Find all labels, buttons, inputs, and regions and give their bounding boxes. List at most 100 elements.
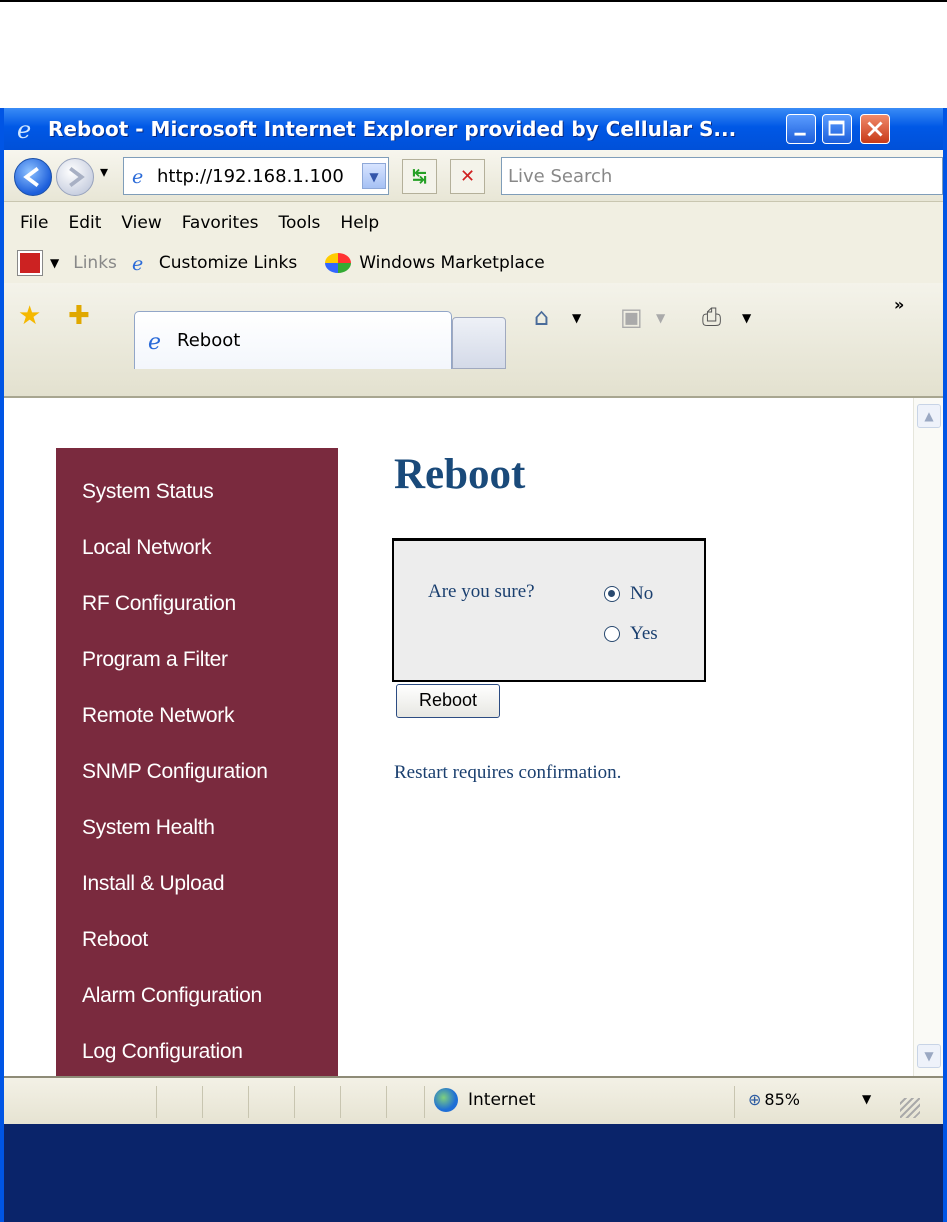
sidebar-item-local-network[interactable]: Local Network xyxy=(82,520,338,576)
title-bar[interactable]: e Reboot - Microsoft Internet Explorer p… xyxy=(4,108,943,150)
svg-text:e: e xyxy=(132,166,143,187)
browser-chrome: ▾ e http://192.168.1.100 ▼ ↹ ✕ Live Sear… xyxy=(4,150,943,398)
minimize-button[interactable] xyxy=(786,114,816,144)
customize-links-link[interactable]: Customize Links xyxy=(159,253,297,273)
history-dropdown-icon[interactable]: ▾ xyxy=(100,162,108,181)
svg-text:e: e xyxy=(17,116,31,143)
menu-favorites[interactable]: Favorites xyxy=(182,213,259,233)
address-bar[interactable]: e http://192.168.1.100 ▼ xyxy=(123,157,389,195)
option-yes-label: Yes xyxy=(630,623,658,644)
maximize-button[interactable] xyxy=(822,114,852,144)
maximize-icon xyxy=(828,120,845,136)
customize-links-icon: e xyxy=(132,253,143,274)
vertical-scrollbar[interactable]: ▲ ▼ xyxy=(913,398,943,1076)
sidebar-item-alarm-configuration[interactable]: Alarm Configuration xyxy=(82,968,338,1024)
radio-no[interactable] xyxy=(604,586,620,602)
status-divider xyxy=(734,1086,735,1118)
resize-grip-icon[interactable] xyxy=(900,1098,920,1118)
links-bar: ▼ Links e Customize Links Windows Market… xyxy=(4,243,943,283)
back-arrow-icon xyxy=(23,166,39,188)
zoom-level: 85% xyxy=(764,1090,800,1109)
menu-bar: File Edit View Favorites Tools Help xyxy=(4,203,943,243)
status-divider xyxy=(424,1086,425,1118)
radio-yes[interactable] xyxy=(604,626,620,642)
address-row: ▾ e http://192.168.1.100 ▼ ↹ ✕ Live Sear… xyxy=(4,150,943,202)
minimize-icon xyxy=(794,132,806,136)
reboot-button[interactable]: Reboot xyxy=(396,684,500,718)
tab-label: Reboot xyxy=(177,330,241,351)
status-bar: Internet ⊕ 85% ▼ xyxy=(4,1076,943,1124)
forward-button[interactable] xyxy=(56,158,94,196)
refresh-button[interactable]: ↹ xyxy=(402,159,437,194)
windows-marketplace-link[interactable]: Windows Marketplace xyxy=(359,253,544,273)
sidebar-item-system-health[interactable]: System Health xyxy=(82,800,338,856)
stop-button[interactable]: ✕ xyxy=(450,159,485,194)
sidebar-item-program-a-filter[interactable]: Program a Filter xyxy=(82,632,338,688)
close-button[interactable] xyxy=(860,114,890,144)
svg-text:e: e xyxy=(132,253,143,274)
forward-arrow-icon xyxy=(69,166,85,188)
sidebar: System Status Local Network RF Configura… xyxy=(56,448,338,1096)
new-tab-button[interactable] xyxy=(452,317,506,369)
home-dropdown-icon[interactable]: ▼ xyxy=(572,311,581,325)
option-no[interactable]: No xyxy=(604,583,653,605)
page-title: Reboot xyxy=(394,451,526,498)
confirm-box: Are you sure? No Yes xyxy=(392,538,706,682)
status-divider xyxy=(248,1086,249,1118)
sidebar-item-system-status[interactable]: System Status xyxy=(82,464,338,520)
status-divider xyxy=(340,1086,341,1118)
sidebar-item-rf-configuration[interactable]: RF Configuration xyxy=(82,576,338,632)
feeds-icon[interactable]: ▣ xyxy=(620,303,643,331)
menu-view[interactable]: View xyxy=(121,213,161,233)
sidebar-item-remote-network[interactable]: Remote Network xyxy=(82,688,338,744)
svg-text:e: e xyxy=(148,330,161,354)
zoom-control[interactable]: ⊕ 85% xyxy=(748,1090,800,1109)
sidebar-item-install-upload[interactable]: Install & Upload xyxy=(82,856,338,912)
browser-window: e Reboot - Microsoft Internet Explorer p… xyxy=(0,108,947,1222)
confirm-question: Are you sure? xyxy=(428,581,535,602)
favorites-star-icon[interactable]: ★ xyxy=(18,301,41,331)
sidebar-item-snmp-configuration[interactable]: SNMP Configuration xyxy=(82,744,338,800)
scroll-up-icon[interactable]: ▲ xyxy=(917,404,941,428)
tab-bar: ★ ✚ e Reboot ⌂ ▼ ▣ ▼ ⎙ ▼ » xyxy=(4,283,943,398)
tab-ie-icon: e xyxy=(148,330,161,354)
status-divider xyxy=(202,1086,203,1118)
tab-reboot[interactable]: e Reboot xyxy=(134,311,452,369)
scroll-down-icon[interactable]: ▼ xyxy=(917,1044,941,1068)
menu-file[interactable]: File xyxy=(20,213,48,233)
zoom-icon: ⊕ xyxy=(748,1090,762,1109)
home-icon[interactable]: ⌂ xyxy=(534,303,549,331)
print-dropdown-icon[interactable]: ▼ xyxy=(742,311,751,325)
print-icon[interactable]: ⎙ xyxy=(702,303,721,331)
menu-tools[interactable]: Tools xyxy=(279,213,321,233)
address-dropdown-icon[interactable]: ▼ xyxy=(362,163,386,189)
sidebar-item-reboot[interactable]: Reboot xyxy=(82,912,338,968)
page-top-border xyxy=(0,0,947,2)
menu-edit[interactable]: Edit xyxy=(68,213,101,233)
option-no-label: No xyxy=(630,583,654,604)
globe-icon xyxy=(434,1088,458,1112)
windows-marketplace-icon xyxy=(325,253,352,273)
pdf-icon[interactable] xyxy=(18,251,42,275)
more-tools-icon[interactable]: » xyxy=(894,295,904,314)
address-input[interactable]: http://192.168.1.100 xyxy=(157,166,344,187)
security-zone: Internet xyxy=(434,1088,536,1112)
pdf-dropdown-icon[interactable]: ▼ xyxy=(50,256,59,270)
window-title: Reboot - Microsoft Internet Explorer pro… xyxy=(48,117,737,141)
menu-help[interactable]: Help xyxy=(340,213,379,233)
add-favorite-icon[interactable]: ✚ xyxy=(68,301,90,331)
option-yes[interactable]: Yes xyxy=(604,623,658,645)
search-input[interactable]: Live Search xyxy=(501,157,943,195)
page-ie-icon: e xyxy=(132,166,143,187)
status-divider xyxy=(386,1086,387,1118)
status-divider xyxy=(156,1086,157,1118)
zone-label: Internet xyxy=(468,1090,536,1110)
close-icon xyxy=(867,121,883,137)
status-divider xyxy=(294,1086,295,1118)
ie-logo-icon: e xyxy=(17,116,31,143)
zoom-dropdown-icon[interactable]: ▼ xyxy=(862,1092,871,1106)
back-button[interactable] xyxy=(14,158,52,196)
status-message: Restart requires confirmation. xyxy=(394,762,622,783)
feeds-dropdown-icon[interactable]: ▼ xyxy=(656,311,665,325)
sidebar-item-log-configuration[interactable]: Log Configuration xyxy=(82,1024,338,1080)
